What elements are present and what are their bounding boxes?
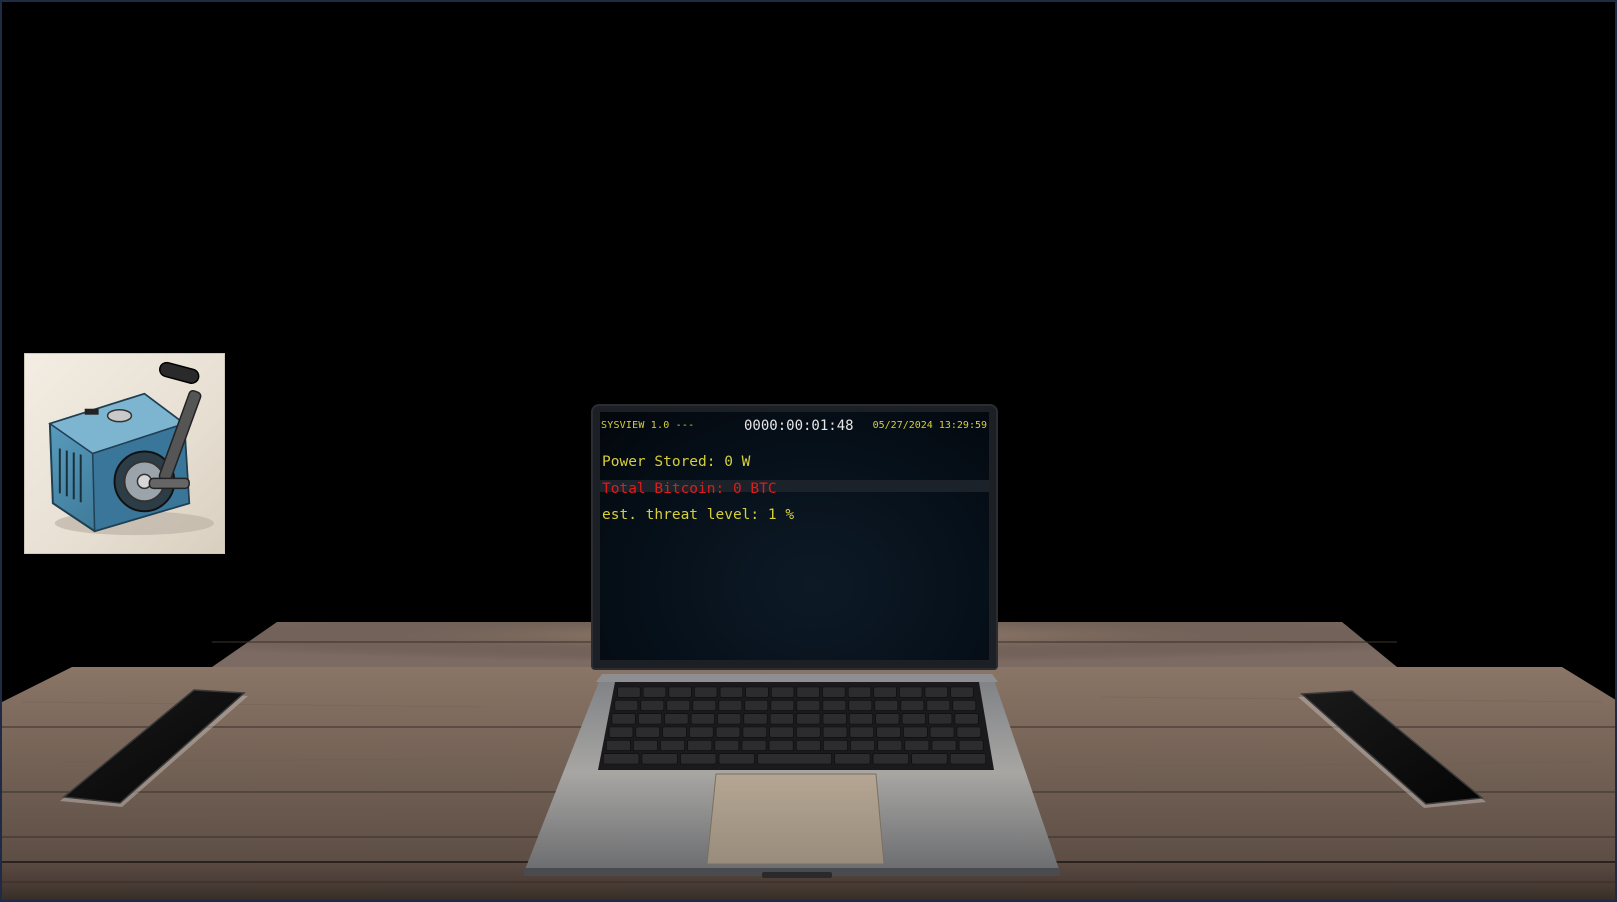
keyboard-key [717,713,742,725]
keyboard-key [876,726,901,738]
keyboard-key [742,726,768,738]
terminal-title: SYSVIEW 1.0 --- [601,420,695,431]
keyboard-key [603,753,640,765]
keyboard-key [718,699,743,711]
keyboard-key [952,699,977,711]
keyboard-key [901,713,926,725]
keyboard-key [904,739,930,751]
keyboard-key [911,753,948,765]
keyboard-key [642,686,667,698]
hand-crank-generator-icon [48,361,215,536]
keyboard-key [956,726,982,738]
keyboard-key [875,713,900,725]
keyboard-key [848,699,873,711]
keyboard-key [680,753,717,765]
keyboard-key [903,726,928,738]
total-bitcoin-readout: Total Bitcoin: 0 BTC [602,481,777,497]
keyboard-key [822,699,847,711]
keyboard-key [822,713,847,725]
elapsed-timer: 0000:00:01:48 [744,418,854,434]
keyboard-key [949,753,987,765]
keyboard-key [641,753,678,765]
keyboard-key [924,686,948,698]
keyboard-key [633,739,658,751]
keyboard-key [617,686,641,698]
keyboard-key [796,713,821,725]
keyboard-key [715,726,741,738]
keyboard-key [635,726,660,738]
keyboard-key [662,726,687,738]
terminal-status-bar: SYSVIEW 1.0 --- 0000:00:01:48 05/27/2024… [600,418,989,434]
keyboard-key [848,713,873,725]
terminal-display: SYSVIEW 1.0 --- 0000:00:01:48 05/27/2024… [600,412,989,660]
keyboard-key [660,739,685,751]
left-phone [60,689,248,807]
keyboard-key [743,713,768,725]
keyboard-key [795,739,821,751]
keyboard-key [796,699,821,711]
keyboard-key [796,726,821,738]
keyboard-key [714,739,740,751]
terminal-datetime: 05/27/2024 13:29:59 [872,420,987,431]
keyboard-key [768,739,794,751]
keyboard-key [874,699,899,711]
keyboard-key [689,726,714,738]
keyboard-key [745,686,769,698]
keyboard-key [928,713,953,725]
keyboard-key [822,726,848,738]
keyboard-key [900,699,925,711]
keyboard-key [847,686,872,698]
keyboard-key [796,686,820,698]
keyboard-key [877,739,903,751]
keyboard-key [931,739,957,751]
keyboard-key [611,713,636,725]
keyboard-key [954,713,979,725]
keyboard-key [950,686,974,698]
keyboard-key [850,739,875,751]
keyboard-key [666,699,691,711]
keyboard-key [605,739,631,751]
keyboard-key [873,686,897,698]
hand-crank-generator-button[interactable] [24,353,225,554]
keyboard-key [769,726,794,738]
keyboard-key [770,699,795,711]
keyboard-key [849,726,875,738]
keyboard-key [823,739,848,751]
keyboard-key [614,699,639,711]
keyboard-key [637,713,662,725]
keyboard-key [929,726,955,738]
keyboard-key [872,753,909,765]
keyboard-key [822,686,846,698]
keyboard-key [899,686,923,698]
game-scene: SYSVIEW 1.0 --- 0000:00:01:48 05/27/2024… [0,0,1617,902]
keyboard-key [664,713,689,725]
right-phone [1298,690,1486,808]
laptop-screen: SYSVIEW 1.0 --- 0000:00:01:48 05/27/2024… [593,406,996,668]
keyboard-key [694,686,718,698]
keyboard-key [687,739,713,751]
keyboard-key [668,686,692,698]
keyboard-key [757,753,832,765]
keyboard-key [834,753,871,765]
keyboard-key [640,699,665,711]
keyboard-key [744,699,769,711]
keyboard-key [926,699,951,711]
keyboard-key [719,686,743,698]
keyboard-key [741,739,767,751]
keyboard-key [958,739,984,751]
threat-level-readout: est. threat level: 1 % [602,507,795,523]
keyboard-key [692,699,717,711]
keyboard-key [718,753,755,765]
keyboard-key [770,686,795,698]
keyboard-key [690,713,715,725]
keyboard-key [608,726,634,738]
power-stored-readout: Power Stored: 0 W [602,454,751,470]
keyboard-key [769,713,794,725]
